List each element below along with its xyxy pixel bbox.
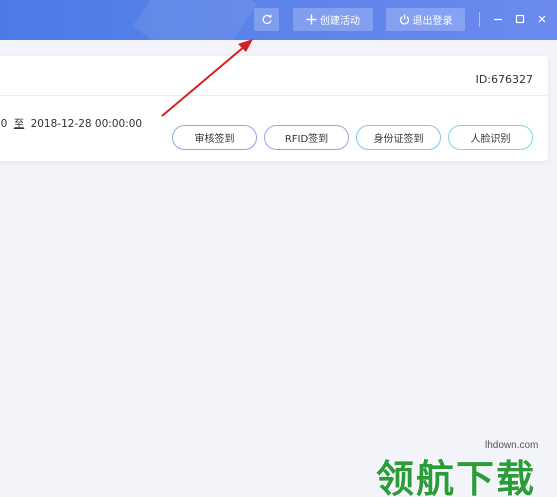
header-divider — [479, 12, 480, 27]
watermark-text: 领航下载 — [376, 457, 537, 497]
refresh-button[interactable] — [254, 8, 279, 31]
card-header: ID:676327 — [0, 56, 548, 96]
logout-button[interactable]: 退出登录 — [386, 8, 465, 31]
time-separator: 至 — [13, 118, 25, 130]
create-activity-label: 创建活动 — [320, 16, 360, 27]
close-icon — [538, 15, 546, 23]
idcard-checkin-button[interactable]: 身份证签到 — [356, 125, 441, 150]
time-start: 00 — [0, 118, 8, 130]
close-button[interactable] — [534, 11, 550, 27]
maximize-button[interactable] — [512, 11, 528, 27]
watermark: lhdown.com 领航下载 — [372, 436, 557, 497]
header-bar: 创建活动 退出登录 — [0, 0, 557, 40]
plus-icon — [306, 14, 317, 25]
maximize-icon — [515, 14, 525, 24]
audit-checkin-button[interactable]: 审核签到 — [172, 125, 257, 150]
time-end: 2018-12-28 00:00:00 — [30, 118, 143, 130]
create-activity-button[interactable]: 创建活动 — [293, 8, 373, 31]
refresh-icon — [262, 14, 272, 24]
logout-label: 退出登录 — [412, 16, 453, 27]
minimize-icon — [494, 18, 502, 21]
power-icon — [399, 14, 409, 25]
activity-card: ID:676327 00 至 2018-12-28 00:00:00 审核签到 … — [0, 56, 548, 161]
activity-time-range: 00 至 2018-12-28 00:00:00 — [0, 116, 142, 131]
face-recognition-button[interactable]: 人脸识别 — [448, 125, 533, 150]
rfid-checkin-button[interactable]: RFID签到 — [264, 125, 349, 150]
activity-id: ID:676327 — [475, 73, 533, 86]
minimize-button[interactable] — [490, 11, 506, 27]
